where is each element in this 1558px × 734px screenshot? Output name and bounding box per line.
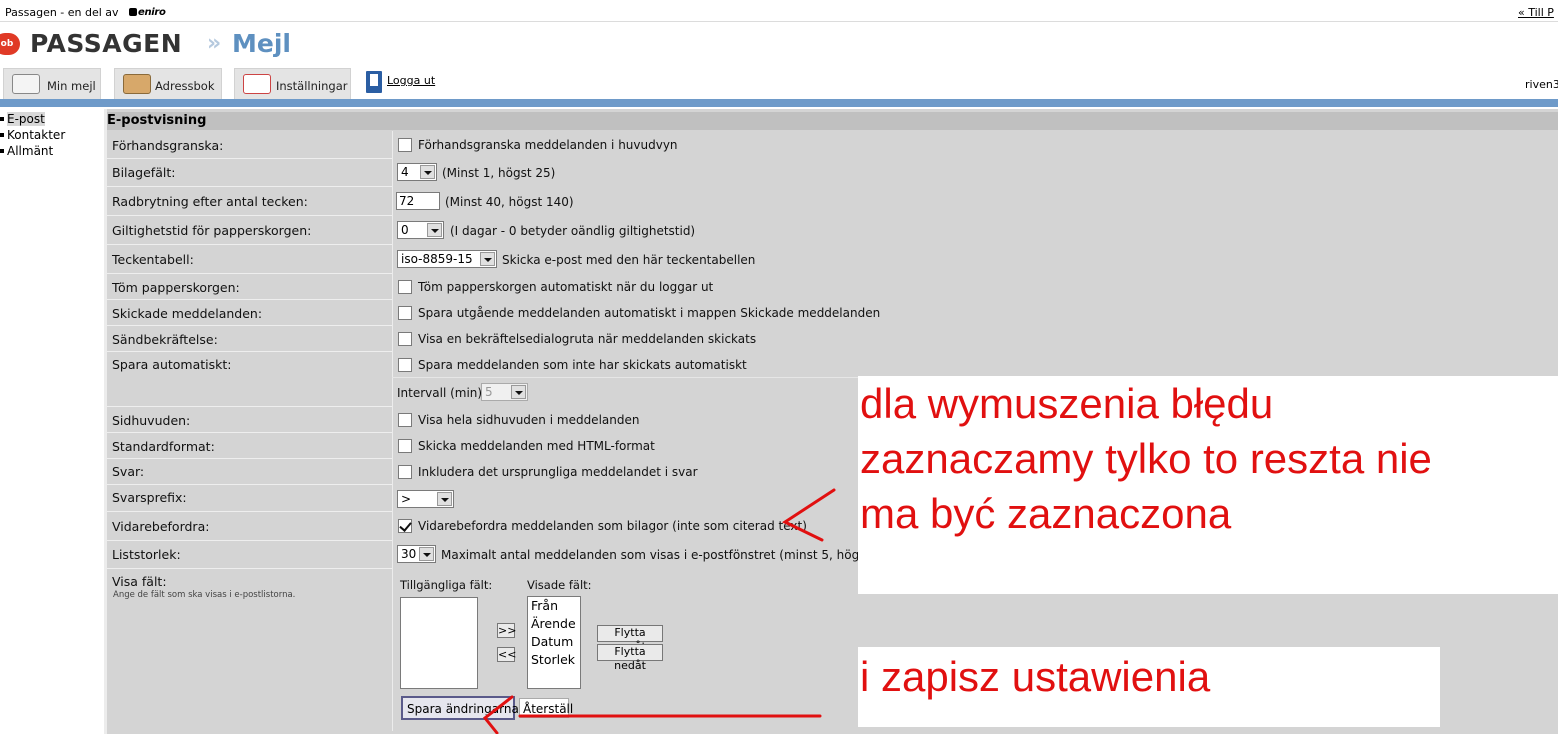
annotation-arrows <box>482 488 836 734</box>
arrow-icon <box>482 488 836 734</box>
save-arrow-head-icon <box>482 695 514 734</box>
checkbox-arrow-icon <box>781 488 836 542</box>
